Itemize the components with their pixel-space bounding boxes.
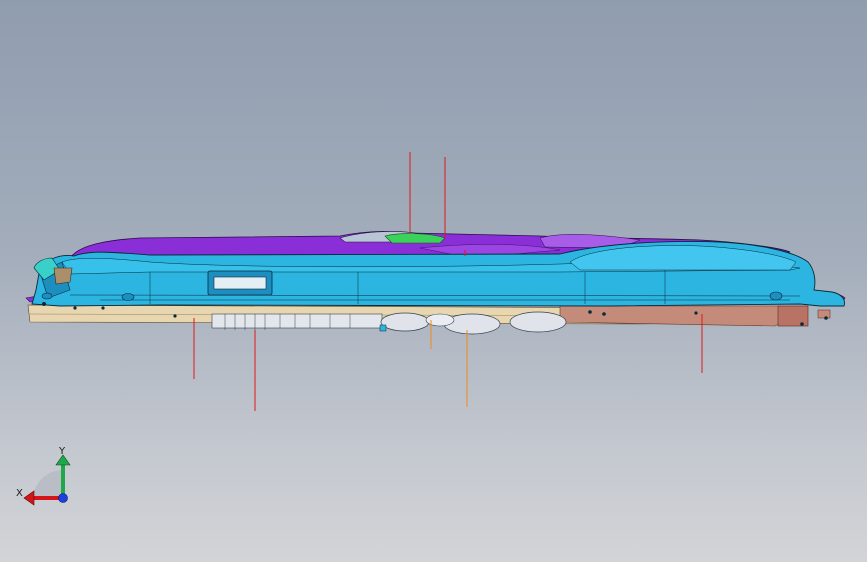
x-arrow-head bbox=[23, 490, 35, 506]
copper-bracket bbox=[559, 305, 831, 327]
coordinate-triad: Y X bbox=[16, 446, 71, 506]
y-axis-label: Y bbox=[58, 446, 66, 457]
z-axis-dot bbox=[58, 493, 68, 503]
x-axis-label: X bbox=[16, 488, 23, 499]
cad-viewport[interactable]: Y X bbox=[0, 0, 867, 562]
assembly-model-view[interactable]: Y X bbox=[0, 0, 867, 562]
